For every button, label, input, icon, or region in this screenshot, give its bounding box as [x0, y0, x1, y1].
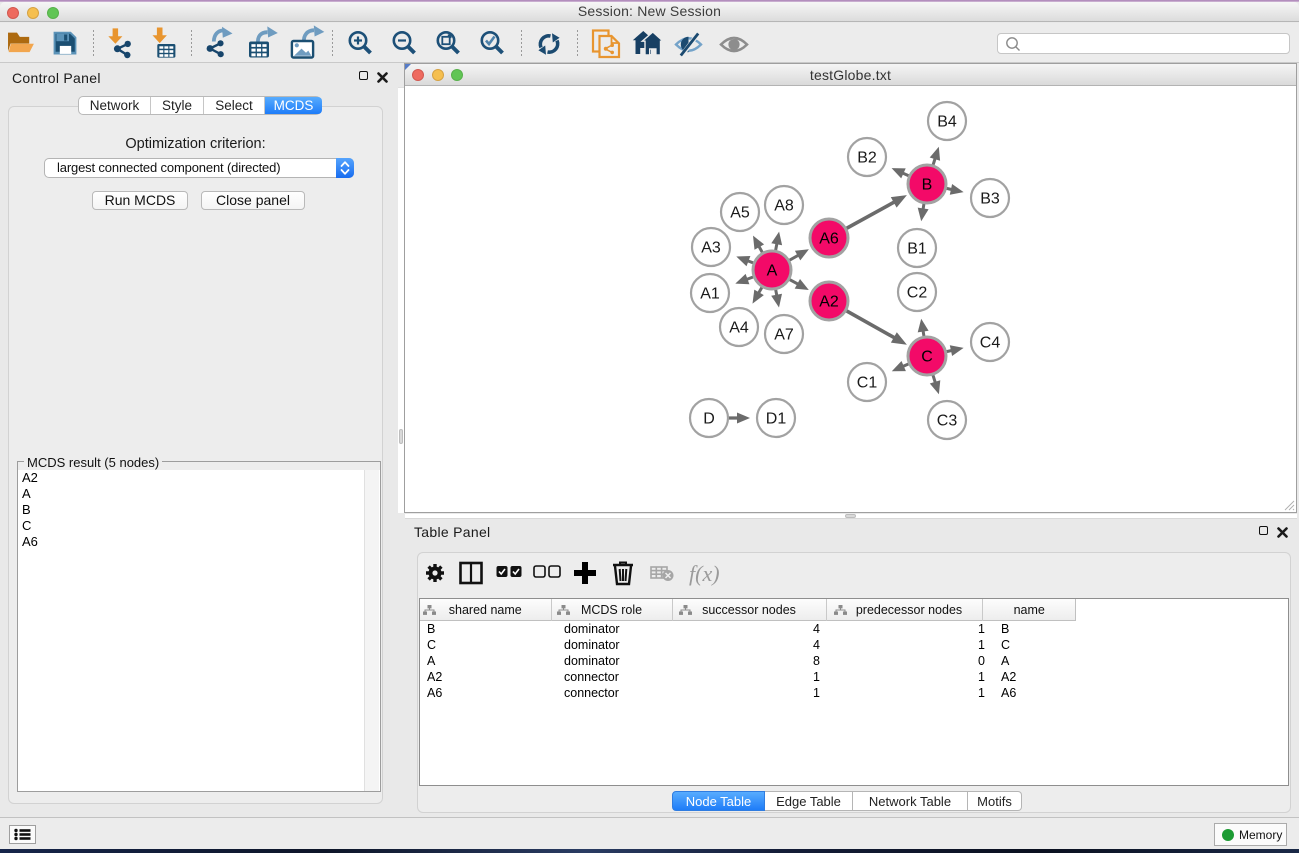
- svg-text:A2: A2: [819, 294, 839, 311]
- svg-text:A3: A3: [701, 240, 721, 257]
- svg-text:A8: A8: [774, 198, 794, 215]
- svg-text:A4: A4: [729, 320, 749, 337]
- svg-text:A6: A6: [819, 231, 839, 248]
- svg-text:C2: C2: [907, 285, 928, 302]
- svg-text:D1: D1: [766, 411, 787, 428]
- svg-text:B1: B1: [907, 241, 927, 258]
- svg-text:f(x): f(x): [689, 561, 720, 586]
- svg-text:C4: C4: [980, 335, 1001, 352]
- svg-text:B4: B4: [937, 114, 957, 131]
- svg-text:C: C: [921, 349, 933, 366]
- svg-text:A5: A5: [730, 205, 750, 222]
- svg-text:C3: C3: [937, 413, 958, 430]
- svg-text:B3: B3: [980, 191, 1000, 208]
- svg-text:B2: B2: [857, 150, 877, 167]
- svg-text:A7: A7: [774, 327, 794, 344]
- svg-text:C1: C1: [857, 375, 878, 392]
- svg-text:A: A: [767, 263, 778, 280]
- svg-text:B: B: [922, 177, 933, 194]
- svg-text:D: D: [703, 411, 715, 428]
- svg-text:A1: A1: [700, 286, 720, 303]
